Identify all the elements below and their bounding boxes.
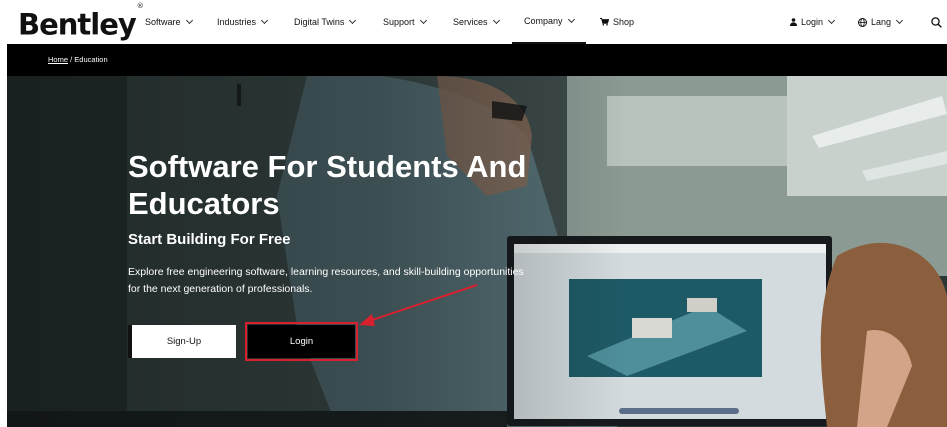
language-menu[interactable]: Lang <box>858 0 904 44</box>
language-menu-label: Lang <box>871 17 892 27</box>
site-header: Bentley® Software Industries Digital Twi… <box>0 0 947 44</box>
cart-icon <box>600 18 609 26</box>
hero-title: Software For Students And Educators <box>128 149 527 221</box>
nav-services[interactable]: Services <box>453 0 500 44</box>
chevron-down-icon <box>260 16 269 25</box>
nav-company-label: Company <box>524 16 563 26</box>
login-button-label: Login <box>289 336 314 347</box>
breadcrumb: Home / Education <box>48 55 108 64</box>
hero-subtitle: Start Building For Free <box>128 231 291 248</box>
chevron-down-icon <box>419 16 427 25</box>
signup-button-label: Sign-Up <box>166 336 202 347</box>
nav-shop[interactable]: Shop <box>600 0 634 44</box>
nav-support-label: Support <box>383 17 415 27</box>
nav-support[interactable]: Support <box>383 0 427 44</box>
login-menu-label: Login <box>801 17 824 27</box>
nav-digital-twins-label: Digital Twins <box>294 17 345 27</box>
logo-text: Bentley <box>18 7 137 42</box>
signup-button[interactable]: Sign-Up <box>128 325 236 358</box>
breadcrumb-home-link[interactable]: Home <box>48 55 68 64</box>
chevron-down-icon <box>567 15 575 24</box>
registered-mark: ® <box>136 2 144 10</box>
login-button[interactable]: Login <box>245 322 358 361</box>
globe-icon <box>858 17 867 27</box>
chevron-down-icon <box>349 16 357 25</box>
chevron-down-icon <box>827 16 836 25</box>
nav-services-label: Services <box>453 17 488 27</box>
hero-section: Software For Students And Educators Star… <box>7 76 947 427</box>
nav-software-label: Software <box>145 17 181 27</box>
user-icon <box>790 18 797 26</box>
nav-shop-label: Shop <box>613 17 635 27</box>
nav-software[interactable]: Software <box>145 0 193 44</box>
hero-description: Explore free engineering software, learn… <box>128 266 524 295</box>
chevron-down-icon <box>492 16 500 25</box>
login-menu[interactable]: Login <box>790 0 836 44</box>
chevron-down-icon <box>185 16 193 25</box>
hero-overlay <box>7 76 627 427</box>
bentley-logo[interactable]: Bentley® <box>18 2 144 42</box>
nav-industries-label: Industries <box>217 17 257 27</box>
breadcrumb-bar: Home / Education <box>7 44 947 76</box>
nav-digital-twins[interactable]: Digital Twins <box>294 0 357 44</box>
chevron-down-icon <box>895 16 904 25</box>
search-button[interactable] <box>931 15 942 28</box>
search-icon <box>931 17 942 28</box>
nav-industries[interactable]: Industries <box>217 0 269 44</box>
nav-company[interactable]: Company <box>512 0 586 44</box>
breadcrumb-current: Education <box>74 55 108 64</box>
